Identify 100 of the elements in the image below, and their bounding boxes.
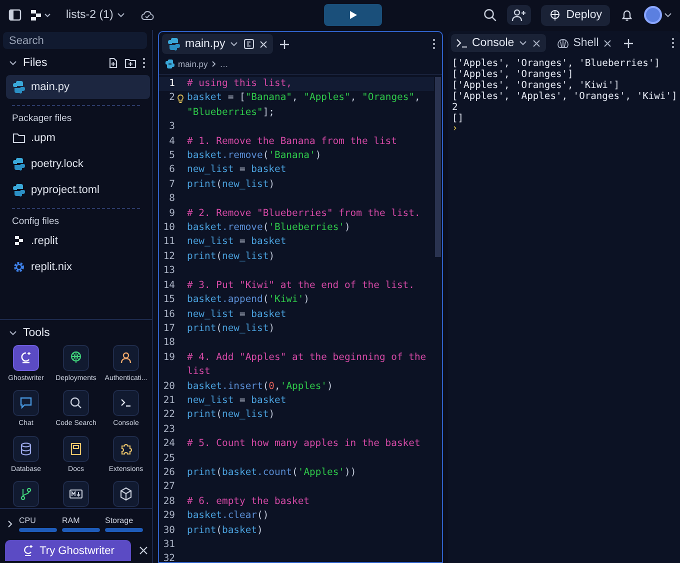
tool-tile[interactable]: [13, 436, 39, 462]
replit-icon: [12, 234, 26, 248]
terminal-icon: [456, 38, 468, 48]
more-icon[interactable]: [432, 38, 436, 50]
console-prompt: ›: [452, 123, 458, 134]
line-number: 16: [162, 308, 175, 322]
avatar[interactable]: [644, 6, 662, 24]
breadcrumb-item[interactable]: main.py: [178, 59, 208, 69]
code-line: # 4. Add "Apples" at the beginning of the list: [187, 350, 428, 380]
database-icon: [18, 440, 34, 456]
ghostwriter-icon: [22, 544, 34, 557]
file-item[interactable]: replit.nix: [6, 255, 138, 279]
tool-tile[interactable]: [113, 480, 139, 507]
meter-label: RAM: [62, 516, 81, 525]
more-icon[interactable]: [671, 37, 676, 49]
line-number: 7: [168, 178, 175, 192]
python-icon: [165, 59, 175, 69]
panel-tab[interactable]: Shell: [552, 34, 617, 52]
play-icon: [348, 10, 358, 20]
line-number: 18: [162, 336, 175, 350]
tool-tile[interactable]: [63, 480, 89, 507]
line-number: 27: [162, 480, 175, 494]
line-number: 17: [162, 322, 175, 336]
run-button[interactable]: [324, 4, 382, 26]
line-number: 29: [162, 509, 175, 524]
user-icon: [118, 350, 134, 366]
console-output: ['Apples', 'Apples', 'Oranges', 'Kiwi']: [452, 92, 678, 102]
try-ghostwriter-button[interactable]: Try Ghostwriter: [5, 540, 131, 561]
line-number: 20: [162, 380, 175, 394]
code-line: print(new_list): [187, 322, 276, 336]
tool-tile[interactable]: [113, 345, 139, 371]
line-number: 31: [162, 538, 175, 552]
search-icon[interactable]: [483, 8, 498, 22]
project-name[interactable]: lists-2 (1): [60, 8, 132, 22]
more-icon[interactable]: [142, 57, 146, 69]
tool-tile[interactable]: [13, 345, 39, 371]
plus-icon[interactable]: [279, 38, 290, 50]
code-line: # 2. Remove "Blueberries" from the list.: [187, 206, 422, 221]
line-number: 19: [162, 350, 175, 365]
line-number: 26: [162, 466, 175, 480]
code-line: print(new_list): [187, 178, 276, 192]
line-number: 8: [168, 192, 175, 206]
line-number: 9: [168, 206, 175, 221]
globe-icon: [549, 8, 562, 22]
editor-tab[interactable]: main.py: [162, 34, 274, 54]
code-line: print(new_list): [187, 408, 276, 422]
replit-logo-icon[interactable]: [30, 9, 52, 21]
file-item[interactable]: .upm: [6, 126, 138, 150]
code-line: # 1. Remove the Banana from the list: [187, 134, 398, 149]
chat-icon: [18, 395, 34, 412]
sidebar-toggle-icon[interactable]: [8, 8, 22, 22]
panel-tab[interactable]: Console: [451, 34, 546, 52]
console-output: 2: [452, 102, 459, 114]
console-output: []: [452, 114, 465, 124]
shell-icon: [557, 38, 570, 48]
breadcrumb-item[interactable]: …: [220, 59, 228, 69]
chevron-down-icon[interactable]: [8, 58, 18, 68]
line-number: 5: [168, 149, 175, 164]
cube-icon: [118, 486, 134, 502]
tool-tile[interactable]: [13, 390, 39, 416]
new-file-icon[interactable]: [107, 57, 119, 69]
line-number: 25: [162, 452, 175, 466]
file-item[interactable]: main.py: [6, 75, 150, 99]
plus-icon[interactable]: [622, 38, 634, 48]
console-output: ['Apples', 'Oranges', 'Blueberries']: [452, 59, 661, 70]
tool-tile[interactable]: [63, 345, 89, 371]
file-item[interactable]: .replit: [6, 229, 138, 253]
file-item[interactable]: pyproject.toml: [6, 178, 138, 202]
code-line: # 5. Count how many apples in the basket: [187, 437, 422, 452]
folder-icon: [12, 131, 26, 145]
code-line: basket.clear(): [187, 509, 270, 524]
section-label: Packager files: [12, 113, 73, 124]
deploy-button[interactable]: Deploy: [541, 4, 610, 26]
tool-tile[interactable]: [13, 480, 39, 507]
line-number: 6: [168, 163, 175, 178]
code-line: print(new_list): [187, 250, 276, 264]
lightbulb-icon[interactable]: [177, 94, 184, 104]
close-icon[interactable]: [139, 546, 148, 555]
line-number: 22: [162, 408, 175, 422]
cloud-check-icon: [140, 9, 154, 21]
gear-icon: [12, 260, 26, 274]
new-folder-icon[interactable]: [124, 57, 137, 69]
tool-tile[interactable]: [113, 390, 139, 416]
code-line: basket.append('Kiwi'): [187, 293, 311, 308]
close-icon: [532, 38, 542, 48]
tool-tile[interactable]: [63, 436, 89, 462]
invite-button[interactable]: [507, 5, 532, 25]
search-field[interactable]: Search: [3, 32, 147, 49]
chevron-down-icon: [518, 38, 528, 48]
python-icon: [12, 157, 26, 171]
section-title: Tools: [23, 327, 50, 339]
bell-icon[interactable]: [620, 8, 634, 22]
scrollbar-thumb[interactable]: [435, 77, 441, 257]
code-line: new_list = basket: [187, 394, 288, 408]
chevron-down-icon[interactable]: [8, 328, 18, 338]
meter-label: CPU: [19, 516, 37, 525]
tool-tile[interactable]: [63, 390, 89, 416]
tool-tile[interactable]: [113, 436, 139, 462]
chevron-right-icon[interactable]: [6, 519, 14, 529]
file-item[interactable]: poetry.lock: [6, 152, 138, 176]
